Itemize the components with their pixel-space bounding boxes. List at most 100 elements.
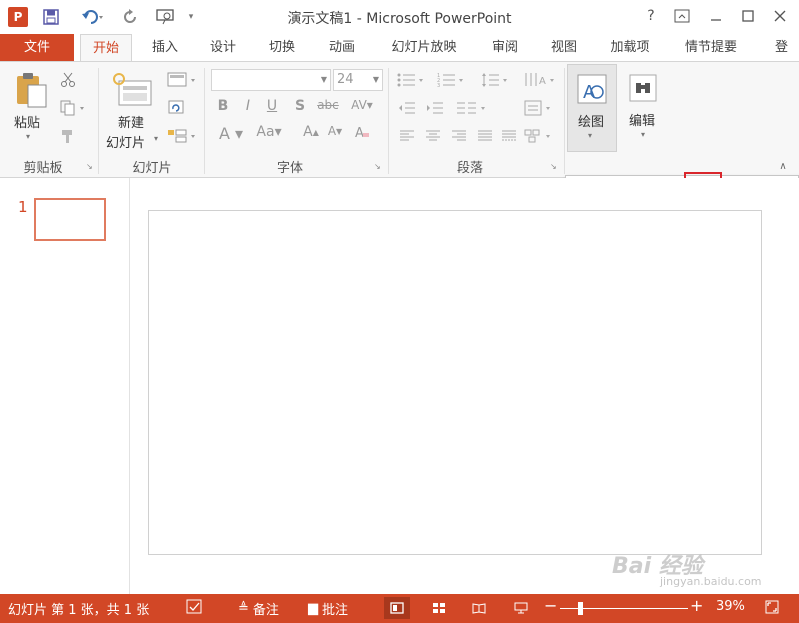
tab-design[interactable]: 设计 [198, 34, 248, 62]
align-left-icon[interactable] [396, 126, 418, 146]
slide-editor-area [131, 178, 799, 594]
group-divider [564, 68, 565, 174]
slide-thumbnails-pane: 1 [0, 178, 130, 594]
smartart-icon[interactable] [522, 126, 558, 146]
decrease-indent-icon[interactable] [396, 98, 418, 118]
comments-button[interactable]: ▆ 批注 [308, 599, 348, 618]
tab-addins[interactable]: 加载项 [598, 34, 662, 62]
ribbon-display-options-icon[interactable] [668, 4, 696, 28]
numbering-icon[interactable]: 123 [436, 70, 468, 90]
group-divider [388, 68, 389, 174]
font-size-combo[interactable]: 24 ▼ [333, 69, 383, 91]
character-spacing-icon[interactable]: AV▾ [344, 98, 380, 112]
font-launcher-icon[interactable]: ↘ [374, 162, 381, 171]
increase-font-icon[interactable]: A ▲ [302, 124, 320, 140]
tab-view[interactable]: 视图 [539, 34, 589, 62]
status-bar: 幻灯片 第 1 张，共 1 张 ≜ 备注 ▆ 批注 − + 39% [0, 594, 799, 623]
new-slide-label-2[interactable]: 幻灯片 [106, 132, 145, 151]
close-icon[interactable] [766, 4, 794, 28]
strikethrough-icon[interactable]: abc [316, 98, 340, 112]
tab-signin[interactable]: 登 [764, 34, 799, 62]
find-icon[interactable] [625, 70, 661, 106]
drawing-dropdown-icon: ▾ [588, 131, 593, 140]
new-slide-dropdown-icon[interactable]: ▾ [154, 134, 158, 143]
drawing-button[interactable]: A 绘图 ▾ [567, 64, 617, 152]
justify-icon[interactable] [474, 126, 496, 146]
align-right-icon[interactable] [448, 126, 470, 146]
ribbon-tabs: 文件 开始 插入 设计 切换 动画 幻灯片放映 审阅 视图 加载项 情节提要 登 [0, 34, 799, 62]
slide-sorter-view-icon[interactable] [426, 597, 452, 619]
minimize-icon[interactable] [702, 4, 730, 28]
paragraph-launcher-icon[interactable]: ↘ [550, 162, 557, 171]
normal-view-icon[interactable] [384, 597, 410, 619]
slide-count-status: 幻灯片 第 1 张，共 1 张 [8, 603, 150, 618]
tab-insert[interactable]: 插入 [140, 34, 190, 62]
align-center-icon[interactable] [422, 126, 444, 146]
slides-group-label: 幻灯片 [132, 161, 172, 176]
font-name-combo[interactable]: ▼ [211, 69, 331, 91]
editing-label[interactable]: 编辑 [629, 110, 655, 129]
notes-button[interactable]: ≜ 备注 [238, 599, 279, 618]
italic-icon[interactable]: I [240, 98, 256, 114]
decrease-font-icon[interactable]: A ▼ [326, 124, 344, 138]
format-painter-icon[interactable] [58, 126, 78, 146]
underline-icon[interactable]: U [264, 98, 280, 114]
group-divider [204, 68, 205, 174]
group-divider [98, 68, 99, 174]
clipboard-group-label: 剪贴板 [23, 161, 63, 176]
clipboard-launcher-icon[interactable]: ↘ [86, 162, 93, 171]
new-slide-icon[interactable] [110, 70, 154, 110]
copy-icon[interactable] [58, 98, 88, 118]
editing-dropdown-icon[interactable]: ▾ [641, 130, 645, 139]
tab-review[interactable]: 审阅 [479, 34, 531, 62]
zoom-out-button[interactable]: − [544, 596, 557, 615]
comments-label: 批注 [322, 603, 349, 618]
new-slide-label-1[interactable]: 新建 [118, 112, 144, 131]
slide-number: 1 [18, 198, 28, 216]
shapes-icon: A [574, 71, 610, 107]
tab-transitions[interactable]: 切换 [257, 34, 307, 62]
notes-icon: ≜ [238, 601, 249, 616]
slide-canvas[interactable] [148, 210, 762, 555]
columns-icon[interactable] [454, 98, 490, 118]
clear-formatting-icon[interactable]: A [352, 124, 372, 140]
align-text-icon[interactable] [522, 98, 558, 118]
text-direction-icon[interactable]: A [522, 70, 558, 90]
layout-icon[interactable] [166, 70, 198, 90]
zoom-level[interactable]: 39% [716, 599, 745, 614]
help-button[interactable]: ? [637, 4, 665, 28]
reset-icon[interactable] [166, 98, 188, 118]
cut-icon[interactable] [58, 70, 78, 90]
section-icon[interactable] [166, 126, 198, 146]
zoom-in-button[interactable]: + [690, 596, 703, 615]
font-color-icon[interactable]: A ▾ [216, 124, 246, 143]
tab-slideshow[interactable]: 幻灯片放映 [378, 34, 470, 62]
comments-icon: ▆ [308, 601, 318, 616]
maximize-icon[interactable] [734, 4, 762, 28]
paste-dropdown-icon[interactable]: ▾ [26, 132, 30, 141]
increase-indent-icon[interactable] [424, 98, 446, 118]
tab-home[interactable]: 开始 [80, 34, 132, 62]
bullets-icon[interactable] [396, 70, 428, 90]
distributed-icon[interactable] [498, 126, 520, 146]
paste-label[interactable]: 粘贴 [14, 112, 40, 131]
reading-view-icon[interactable] [466, 597, 492, 619]
spell-check-icon[interactable] [186, 599, 204, 615]
paste-icon[interactable] [12, 70, 50, 110]
svg-text:3: 3 [437, 83, 440, 88]
svg-text:A: A [583, 82, 596, 103]
title-bar: P ▾ 演示文稿1 - Microsoft PowerPoint ? [0, 0, 799, 34]
collapse-ribbon-icon[interactable]: ∧ [776, 159, 790, 173]
slide-thumbnail[interactable] [34, 198, 106, 241]
zoom-slider-thumb[interactable] [578, 602, 583, 615]
fit-slide-icon[interactable] [764, 599, 780, 615]
tab-storyboarding[interactable]: 情节提要 [671, 34, 751, 62]
tab-animations[interactable]: 动画 [316, 34, 368, 62]
text-shadow-icon[interactable]: S [292, 98, 308, 114]
tab-file[interactable]: 文件 [0, 34, 74, 62]
line-spacing-icon[interactable] [480, 70, 512, 90]
bold-icon[interactable]: B [214, 98, 232, 114]
slideshow-view-icon[interactable] [508, 597, 534, 619]
font-group-label: 字体 [276, 161, 303, 176]
change-case-icon[interactable]: Aa▾ [252, 124, 286, 140]
